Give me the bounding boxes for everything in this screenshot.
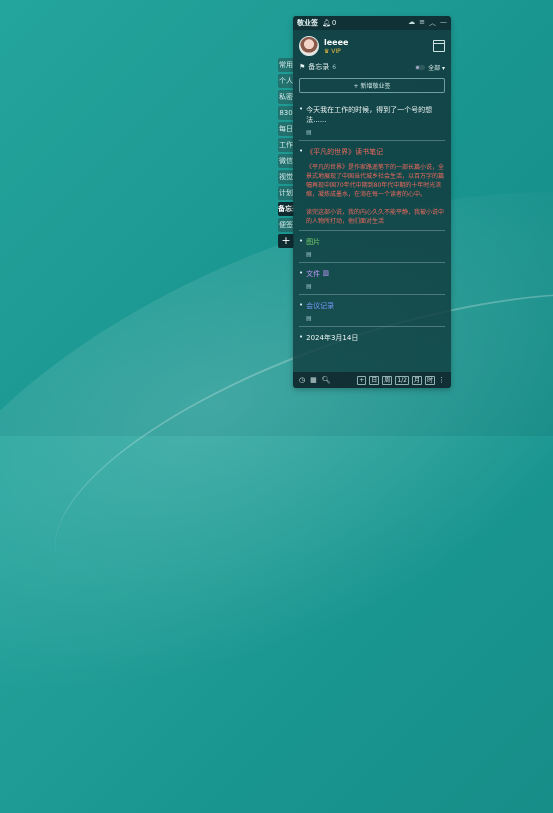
notes-list: • 今天我在工作的时候，得到了一个号的想法...... ▤ • 《平凡的世界》读书笔… bbox=[293, 99, 451, 347]
note-title: 今天我在工作的时候，得到了一个号的想法...... bbox=[306, 106, 433, 124]
flag-icon: ⚑ bbox=[299, 63, 306, 71]
calendar-icon[interactable] bbox=[433, 40, 445, 52]
list-item[interactable]: • 文件 ▥ ▤ bbox=[299, 263, 445, 295]
attachment-icon: ▤ bbox=[306, 283, 312, 290]
menu-icon[interactable]: ≡ bbox=[419, 18, 425, 28]
side-tab-10[interactable]: 便签 bbox=[278, 218, 294, 232]
list-item[interactable]: • 会议记录 ▤ bbox=[299, 295, 445, 327]
side-tab-8[interactable]: 计划 bbox=[278, 186, 294, 200]
vip-label: VIP bbox=[331, 47, 341, 55]
sticky-notes-panel: 敬业签 🔔︎ 0 ☁ ≡ ︿ — leeee ♛ VIP ⚑ 备忘录 6 全部 … bbox=[293, 16, 451, 388]
user-name: leeee bbox=[324, 37, 349, 47]
add-tab-button[interactable]: + bbox=[278, 234, 294, 248]
view-day-button[interactable]: 日 bbox=[369, 375, 380, 385]
view-week-button[interactable]: 周 bbox=[382, 375, 393, 385]
view-time-button[interactable]: 时 bbox=[424, 375, 435, 385]
file-icon: ▥ bbox=[322, 269, 329, 277]
side-tab-1[interactable]: 个人 bbox=[278, 74, 294, 88]
add-note-icon[interactable]: + bbox=[357, 375, 367, 385]
filter-label: 全部 bbox=[428, 64, 441, 72]
side-tab-3[interactable]: 830 bbox=[278, 106, 294, 120]
attachment-icon: ▤ bbox=[306, 129, 312, 136]
note-title: 《平凡的世界》读书笔记 bbox=[306, 148, 384, 156]
side-tab-9[interactable]: 备忘录 bbox=[278, 202, 294, 216]
side-tab-5[interactable]: 工作 bbox=[278, 138, 294, 152]
bottom-toolbar: ◷ ▦ 🔍︎ + 日 周 1/2 月 时 ⋮ bbox=[293, 372, 451, 388]
side-tab-4[interactable]: 每日 bbox=[278, 122, 294, 136]
search-icon[interactable]: 🔍︎ bbox=[322, 376, 331, 384]
view-month-button[interactable]: 月 bbox=[411, 375, 422, 385]
more-icon[interactable]: ⋮ bbox=[438, 376, 445, 385]
user-header: leeee ♛ VIP bbox=[293, 30, 451, 60]
collapse-icon[interactable]: ︿ bbox=[429, 18, 436, 28]
notebook-bar: ⚑ 备忘录 6 全部 ▾ bbox=[293, 60, 451, 74]
side-tab-2[interactable]: 私密 bbox=[278, 90, 294, 104]
list-item[interactable]: • 今天我在工作的时候，得到了一个号的想法...... ▤ bbox=[299, 99, 445, 141]
note-title: 会议记录 bbox=[306, 302, 335, 310]
title-bar: 敬业签 🔔︎ 0 ☁ ≡ ︿ — bbox=[293, 16, 451, 30]
calendar-view-icon[interactable]: ▦ bbox=[310, 376, 317, 384]
note-title: 2024年3月14日 bbox=[306, 334, 359, 342]
view-half-button[interactable]: 1/2 bbox=[395, 375, 409, 385]
toggle-switch[interactable] bbox=[415, 64, 426, 70]
app-title: 敬业签 bbox=[297, 19, 318, 27]
note-body: 《平凡的世界》是作家路遥笔下的一部长篇小说，全景式地展现了中国当代城乡社会生活，… bbox=[306, 164, 445, 225]
minimize-icon[interactable]: — bbox=[440, 18, 447, 28]
list-item[interactable]: • 《平凡的世界》读书笔记 《平凡的世界》是作家路遥笔下的一部长篇小说，全景式地展… bbox=[299, 141, 445, 231]
bell-count: 0 bbox=[331, 19, 337, 27]
new-note-button[interactable]: + 新增敬业签 bbox=[299, 78, 445, 93]
attachment-icon: ▤ bbox=[306, 315, 312, 322]
note-title: 图片 bbox=[306, 238, 321, 246]
attachment-icon: ▤ bbox=[306, 251, 312, 258]
list-item[interactable]: • 图片 ▤ bbox=[299, 231, 445, 263]
cloud-icon[interactable]: ☁ bbox=[408, 18, 415, 28]
filter-dropdown[interactable]: 全部 ▾ bbox=[428, 63, 445, 72]
list-item[interactable]: • 2024年3月14日 bbox=[299, 327, 445, 347]
vip-badge: ♛ VIP bbox=[324, 47, 341, 55]
note-title: 文件 bbox=[306, 270, 321, 278]
side-tab-7[interactable]: 视觉 bbox=[278, 170, 294, 184]
side-tab-0[interactable]: 常用 bbox=[278, 58, 294, 72]
side-tab-6[interactable]: 微信 bbox=[278, 154, 294, 168]
bell-icon[interactable]: 🔔︎ bbox=[322, 19, 331, 27]
clock-icon[interactable]: ◷ bbox=[299, 376, 305, 384]
notebook-count: 6 bbox=[332, 63, 337, 71]
notebook-label: 备忘录 bbox=[308, 63, 330, 71]
avatar[interactable] bbox=[299, 36, 319, 56]
